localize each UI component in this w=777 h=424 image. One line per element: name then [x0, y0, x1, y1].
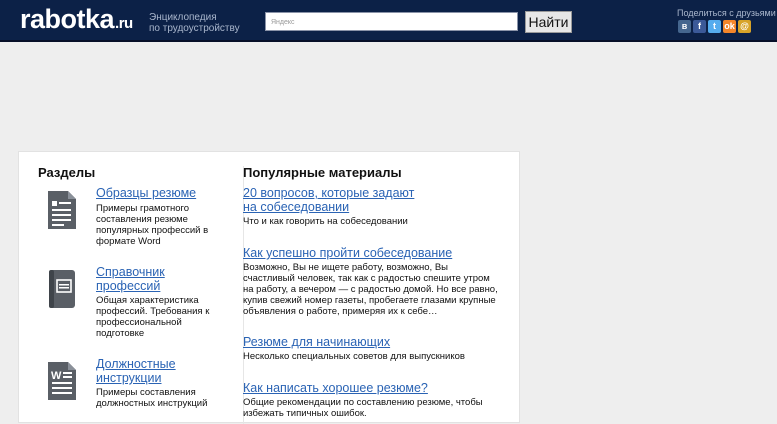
job-descriptions-link[interactable]: Должностные инструкции: [96, 357, 226, 385]
popular-link-good-resume[interactable]: Как написать хорошее резюме?: [243, 381, 508, 395]
search-input[interactable]: Яндекс: [265, 12, 518, 31]
logo-main: rabotka: [20, 4, 115, 34]
facebook-icon[interactable]: f: [693, 20, 706, 33]
profession-handbook-desc: Общая характеристика профессий. Требован…: [96, 295, 210, 339]
share-label: Поделиться с друзьями: [677, 8, 776, 18]
popular-desc: Возможно, Вы не ищете работу, возможно, …: [243, 262, 498, 317]
site-logo[interactable]: rabotka.ru: [20, 4, 133, 35]
popular-desc: Общие рекомендации по составлению резюме…: [243, 397, 483, 419]
tagline-line2: по трудоустройству: [149, 23, 240, 34]
vk-icon[interactable]: в: [678, 20, 691, 33]
document-icon: [48, 191, 76, 229]
profession-handbook-link[interactable]: Справочник профессий: [96, 265, 226, 293]
popular-item: 20 вопросов, которые задают на собеседов…: [243, 186, 508, 227]
search-button[interactable]: Найти: [525, 11, 572, 33]
twitter-icon[interactable]: t: [708, 20, 721, 33]
resume-samples-link[interactable]: Образцы резюме: [96, 186, 226, 200]
popular-title: Популярные материалы: [243, 165, 402, 180]
main-content: Разделы Образцы резюме Примеры грамотног…: [18, 151, 520, 424]
popular-link-interview[interactable]: Как успешно пройти собеседование: [243, 246, 508, 260]
odnoklassniki-icon[interactable]: ok: [723, 20, 736, 33]
popular-link-beginners-resume[interactable]: Резюме для начинающих: [243, 335, 508, 349]
popular-item: Как успешно пройти собеседование Возможн…: [243, 246, 508, 317]
site-tagline: Энциклопедия по трудоустройству: [149, 12, 240, 34]
site-header: rabotka.ru Энциклопедия по трудоустройст…: [0, 0, 777, 42]
mailru-icon[interactable]: @: [738, 20, 751, 33]
share-icons: в f t ok @: [678, 20, 751, 33]
job-descriptions-desc: Примеры составления должностных инструкц…: [96, 387, 208, 409]
popular-desc: Несколько специальных советов для выпуск…: [243, 351, 465, 362]
popular-item: Как написать хорошее резюме? Общие реком…: [243, 381, 508, 419]
sections-title: Разделы: [38, 165, 96, 180]
logo-tld: .ru: [115, 15, 133, 32]
tagline-line1: Энциклопедия: [149, 12, 217, 23]
popular-item: Резюме для начинающих Несколько специаль…: [243, 335, 508, 362]
notebook-icon: [49, 270, 75, 308]
popular-link-20-questions[interactable]: 20 вопросов, которые задают на собеседов…: [243, 186, 423, 214]
svg-text:W: W: [51, 370, 62, 382]
popular-desc: Что и как говорить на собеседовании: [243, 216, 408, 227]
resume-samples-desc: Примеры грамотного составления резюме по…: [96, 203, 209, 247]
word-document-icon: W: [48, 362, 76, 400]
